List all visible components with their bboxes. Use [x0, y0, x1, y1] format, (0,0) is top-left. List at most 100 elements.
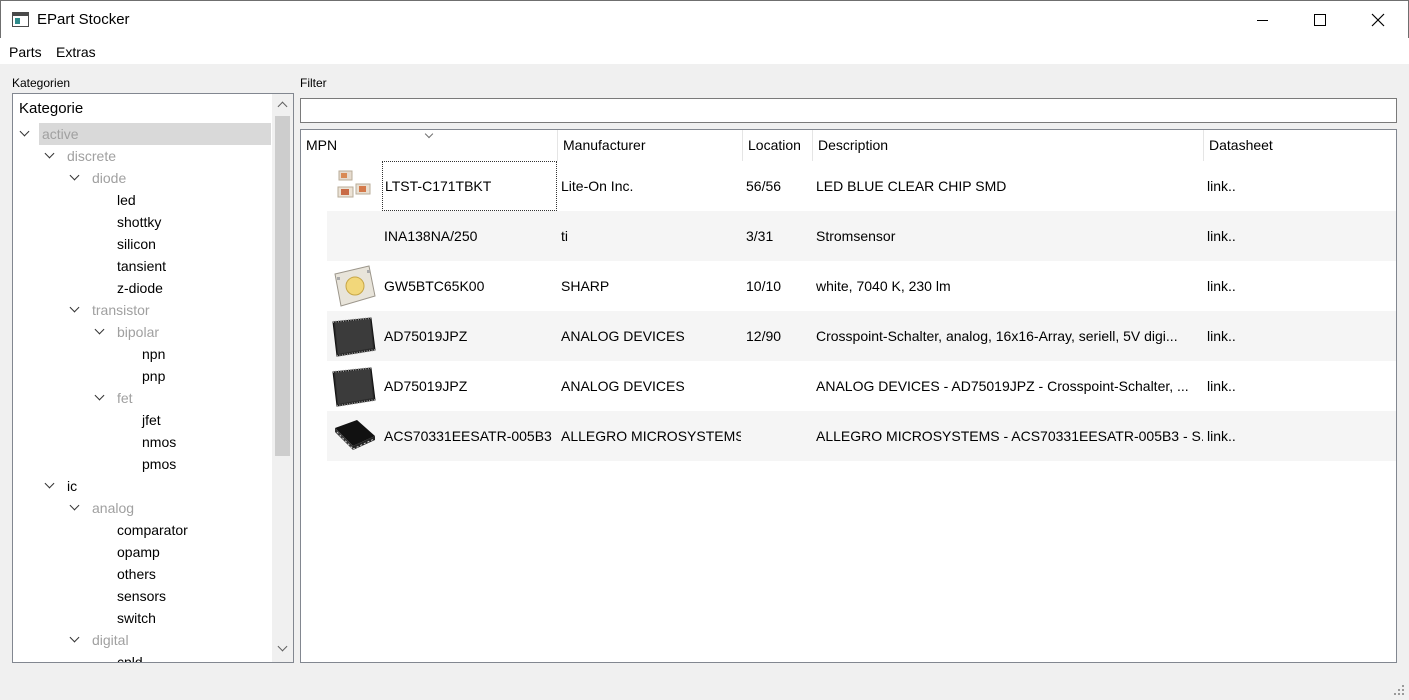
table-row[interactable]: AD75019JPZ ANALOG DEVICES ANALOG DEVICES -… — [327, 361, 1396, 411]
cell-description: ANALOG DEVICES - AD75019JPZ - Crosspoint… — [816, 378, 1189, 394]
cell-location: 10/10 — [746, 278, 782, 294]
cell-location — [746, 361, 812, 411]
scroll-thumb[interactable] — [275, 116, 290, 456]
table-row[interactable]: INA138NA/250 ti 3/31 Stromsensor link.. — [327, 211, 1396, 261]
tree-item-diode[interactable]: diode — [89, 167, 126, 189]
cell-manufacturer: ti — [561, 228, 568, 244]
cell-description: LED BLUE CLEAR CHIP SMD — [816, 178, 1007, 194]
cell-mpn: LTST-C171TBKT — [382, 161, 557, 211]
cell-mpn: AD75019JPZ — [384, 378, 468, 394]
window-title: EPart Stocker — [37, 11, 130, 28]
column-header-manufacturer[interactable]: Manufacturer — [558, 130, 743, 161]
tree-item-switch[interactable]: switch — [114, 607, 156, 629]
cell-datasheet[interactable]: link.. — [1207, 361, 1392, 411]
tree-item-fet[interactable]: fet — [114, 387, 133, 409]
expand-chevron-icon[interactable] — [44, 478, 55, 489]
tree-item-others[interactable]: others — [114, 563, 156, 585]
cell-manufacturer: Lite-On Inc. — [561, 178, 634, 194]
app-window-icon — [12, 12, 29, 27]
cell-datasheet[interactable]: link.. — [1207, 261, 1392, 311]
column-header-description[interactable]: Description — [813, 130, 1204, 161]
menu-parts[interactable]: Parts — [9, 44, 42, 60]
expand-chevron-icon[interactable] — [69, 632, 80, 643]
scroll-up-icon[interactable] — [277, 101, 288, 112]
table-row[interactable]: GW5BTC65K00 SHARP 10/10 white, 7040 K, 230 … — [327, 261, 1396, 311]
tree-item-ic[interactable]: ic — [64, 475, 77, 497]
tree-item-z-diode[interactable]: z-diode — [114, 277, 163, 299]
expand-chevron-icon[interactable] — [44, 148, 55, 159]
tree-item-bipolar[interactable]: bipolar — [114, 321, 159, 343]
cell-description: white, 7040 K, 230 lm — [816, 278, 951, 294]
cell-datasheet[interactable]: link.. — [1207, 311, 1392, 361]
title-bar: EPart Stocker — [0, 0, 1409, 38]
cell-manufacturer: SHARP — [561, 278, 610, 294]
table-row[interactable]: ACS70331EESATR-005B3 ALLEGRO MICROSYSTEMS… — [327, 411, 1396, 461]
cell-location: 56/56 — [746, 178, 782, 194]
expand-chevron-icon[interactable] — [69, 500, 80, 511]
tree-item-digital[interactable]: digital — [89, 629, 129, 651]
cell-datasheet[interactable]: link.. — [1207, 161, 1392, 211]
tree-item-pnp[interactable]: pnp — [139, 365, 165, 387]
tree-item-jfet[interactable]: jfet — [139, 409, 161, 431]
tree-item-sensors[interactable]: sensors — [114, 585, 166, 607]
column-header-mpn[interactable]: MPN — [301, 130, 558, 161]
close-button[interactable] — [1349, 1, 1407, 39]
plcc-ic-thumbnail — [329, 314, 379, 358]
column-header-datasheet[interactable]: Datasheet — [1204, 130, 1396, 161]
table-header: MPN Manufacturer Location Description Da… — [301, 130, 1396, 161]
tree-item-silicon[interactable]: silicon — [114, 233, 156, 255]
cell-mpn: GW5BTC65K00 — [384, 278, 485, 294]
tree-item-cpld[interactable]: cpld — [114, 651, 143, 662]
maximize-icon — [1314, 14, 1326, 26]
expand-chevron-icon[interactable] — [69, 302, 80, 313]
tree-item-analog[interactable]: analog — [89, 497, 134, 519]
tree-header: Kategorie — [19, 100, 84, 117]
table-row[interactable]: LTST-C171TBKT Lite-On Inc. 56/56 LED BLUE C… — [327, 161, 1396, 211]
tree-scrollbar[interactable] — [272, 94, 293, 662]
expand-chevron-icon[interactable] — [19, 126, 30, 137]
tree-item-led[interactable]: led — [114, 189, 136, 211]
cell-manufacturer: ANALOG DEVICES — [561, 378, 685, 394]
tree-item-active[interactable]: active — [39, 123, 271, 145]
column-header-location[interactable]: Location — [743, 130, 813, 161]
close-icon — [1371, 13, 1385, 27]
cell-datasheet[interactable]: link.. — [1207, 411, 1392, 461]
table-row[interactable]: AD75019JPZ ANALOG DEVICES 12/90 Crosspoint-… — [327, 311, 1396, 361]
tree-item-pmos[interactable]: pmos — [139, 453, 176, 475]
expand-chevron-icon[interactable] — [94, 390, 105, 401]
cell-location: 12/90 — [746, 328, 782, 344]
tree-item-opamp[interactable]: opamp — [114, 541, 160, 563]
cell-location: 3/31 — [746, 228, 774, 244]
expand-chevron-icon[interactable] — [94, 324, 105, 335]
qfn-ic-thumbnail — [329, 414, 379, 458]
cell-mpn: INA138NA/250 — [384, 228, 478, 244]
menu-extras[interactable]: Extras — [56, 44, 96, 60]
column-header-label: Location — [748, 137, 801, 153]
tree-item-tansient[interactable]: tansient — [114, 255, 166, 277]
cell-mpn: AD75019JPZ — [384, 328, 468, 344]
scroll-down-icon[interactable] — [277, 641, 288, 652]
cell-mpn: ACS70331EESATR-005B3 — [384, 428, 552, 444]
cob-led-thumbnail — [329, 264, 379, 308]
menu-bar: Parts Extras — [0, 38, 1409, 64]
tree-item-discrete[interactable]: discrete — [64, 145, 116, 167]
minimize-button[interactable] — [1233, 1, 1291, 39]
cell-description: ALLEGRO MICROSYSTEMS - ACS70331EESATR-00… — [816, 428, 1203, 444]
category-tree[interactable]: Kategorie active discrete diode led shottky s… — [12, 93, 294, 663]
filter-input[interactable] — [300, 98, 1397, 123]
tree-item-transistor[interactable]: transistor — [89, 299, 150, 321]
cell-manufacturer: ANALOG DEVICES — [561, 328, 685, 344]
led-chip-thumbnail — [329, 164, 379, 208]
plcc-ic-thumbnail — [329, 364, 379, 408]
maximize-button[interactable] — [1291, 1, 1349, 39]
tree-item-nmos[interactable]: nmos — [139, 431, 176, 453]
column-header-label: Manufacturer — [563, 137, 646, 153]
tree-item-shottky[interactable]: shottky — [114, 211, 161, 233]
cell-datasheet[interactable]: link.. — [1207, 211, 1392, 261]
tree-item-npn[interactable]: npn — [139, 343, 165, 365]
cell-description: Stromsensor — [816, 228, 896, 244]
resize-grip-icon[interactable] — [1392, 683, 1406, 697]
tree-item-comparator[interactable]: comparator — [114, 519, 188, 541]
expand-chevron-icon[interactable] — [69, 170, 80, 181]
minimize-icon — [1256, 19, 1268, 21]
